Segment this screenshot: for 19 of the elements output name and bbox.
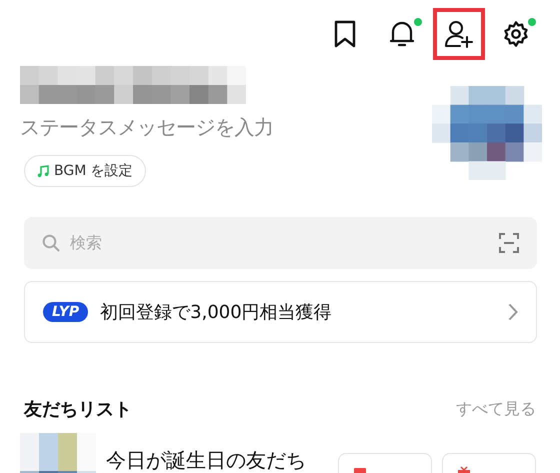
chevron-right-icon [508,303,518,321]
search-icon [42,234,60,252]
add-friend-icon [444,20,474,48]
scan-icon[interactable] [499,233,519,253]
bell-icon [389,20,415,48]
promo-text: 初回登録で3,000円相当獲得 [100,301,333,324]
search-placeholder: 検索 [70,232,103,254]
search-field[interactable]: 検索 [24,217,537,269]
section-title: 友だちリスト [24,398,132,421]
status-message-field[interactable]: ステータスメッセージを入力 [20,114,274,141]
logo: LYP [43,302,88,322]
bgm-button[interactable]: BGM を設定 [24,155,146,187]
music-note-icon [37,164,49,178]
see-all-link[interactable]: すべて見る [456,398,536,420]
settings-icon [502,20,530,48]
birthday-text: 今日が誕生日の友だち [106,447,307,473]
promo-banner[interactable]: LYP 初回登録で3,000円相当獲得 [24,281,537,343]
bookmark-icon [333,20,357,48]
toolbar-button[interactable] [433,8,485,60]
